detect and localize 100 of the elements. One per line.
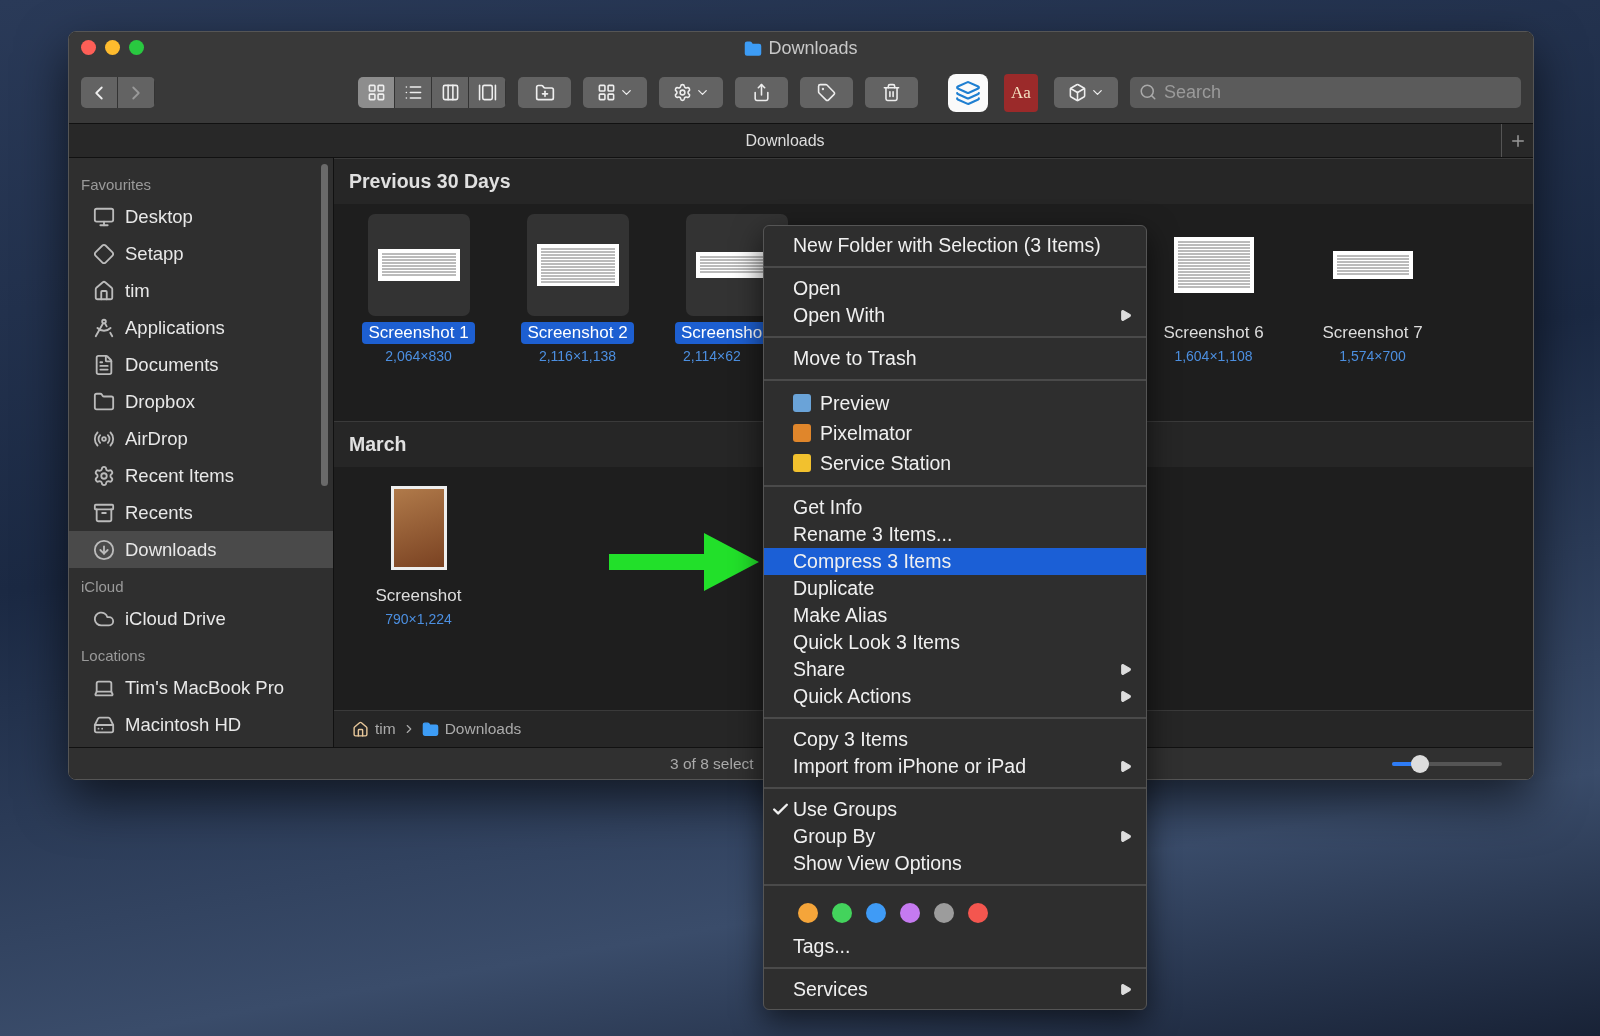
menu-item[interactable]: New Folder with Selection (3 Items) (764, 232, 1146, 259)
list-icon (403, 83, 423, 102)
sidebar-item[interactable]: Documents (69, 346, 333, 383)
status-text: 3 of 8 select (670, 754, 754, 773)
tag-dot[interactable] (900, 903, 920, 923)
menu-item[interactable]: Quick Actions (764, 683, 1146, 710)
home-icon (93, 279, 115, 302)
file-dimensions: 790×1,224 (385, 611, 452, 627)
sidebar-item[interactable]: tim (69, 272, 333, 309)
menu-item[interactable]: Compress 3 Items (764, 548, 1146, 575)
menu-item[interactable]: Group By (764, 823, 1146, 850)
forward-button[interactable] (118, 77, 155, 108)
menu-item[interactable]: Use Groups (764, 796, 1146, 823)
menu-item[interactable]: Duplicate (764, 575, 1146, 602)
file-name[interactable]: Screenshot 7 (1316, 322, 1429, 344)
share-button[interactable] (735, 77, 788, 108)
menu-item[interactable]: Show View Options (764, 850, 1146, 877)
group-heading: Previous 30 Days (334, 158, 1533, 204)
sidebar-item[interactable]: Recent Items (69, 457, 333, 494)
path-item[interactable]: Downloads (444, 720, 522, 738)
columns-icon (440, 83, 460, 102)
dictionary-button[interactable]: Aa (1004, 73, 1038, 112)
diamond-icon (93, 242, 115, 265)
file-name[interactable]: Screenshot 1 (362, 322, 475, 344)
menu-item[interactable]: Preview (764, 388, 1146, 418)
menu-item[interactable]: Import from iPhone or iPad (764, 753, 1146, 780)
new-folder-button[interactable] (518, 77, 571, 108)
back-button[interactable] (81, 77, 118, 108)
sidebar-item[interactable]: Downloads (69, 531, 333, 568)
file-name[interactable]: Screenshot (369, 585, 468, 607)
minimize-button[interactable] (105, 39, 120, 55)
menu-item[interactable]: Rename 3 Items... (764, 521, 1146, 548)
compass-icon (93, 316, 115, 339)
menu-item[interactable]: Pixelmator (764, 418, 1146, 448)
search-field[interactable]: Search (1130, 77, 1521, 108)
document-icon (93, 353, 115, 376)
box-icon (1067, 83, 1087, 102)
list-view-button[interactable] (395, 77, 432, 108)
delete-button[interactable] (865, 77, 918, 108)
monitor-icon (93, 205, 115, 228)
submenu-arrow-icon (1119, 309, 1132, 322)
gallery-icon (477, 83, 497, 102)
menu-item[interactable]: Open (764, 275, 1146, 302)
search-icon (1139, 83, 1157, 101)
tab-title[interactable]: Downloads (745, 131, 825, 150)
zoom-button[interactable] (129, 39, 144, 55)
gallery-view-button[interactable] (469, 77, 506, 108)
folder-icon (744, 39, 763, 58)
tag-dot[interactable] (866, 903, 886, 923)
archive-icon (93, 501, 115, 524)
app-icon (793, 424, 811, 442)
group-button[interactable] (583, 77, 647, 108)
sidebar-item[interactable]: iCloud Drive (69, 600, 333, 637)
folder-icon (93, 390, 115, 413)
menu-item[interactable]: Get Info (764, 494, 1146, 521)
file-dimensions: 2,064×830 (385, 348, 452, 364)
path-item[interactable]: tim (375, 720, 396, 738)
folder-icon (421, 720, 439, 738)
icon-view-button[interactable] (358, 77, 395, 108)
menu-item[interactable]: Move to Trash (764, 345, 1146, 372)
close-button[interactable] (81, 39, 96, 55)
app-icon (793, 394, 811, 412)
tag-icon (817, 83, 836, 102)
gear-icon (672, 83, 692, 102)
box-button[interactable] (1054, 77, 1118, 108)
sidebar-heading: Favourites (80, 175, 153, 195)
grid-icon (366, 83, 386, 102)
menu-item[interactable]: Services (764, 976, 1146, 1003)
action-button[interactable] (659, 77, 723, 108)
sidebar-item[interactable]: Recents (69, 494, 333, 531)
menu-item[interactable]: Copy 3 Items (764, 726, 1146, 753)
menu-item[interactable]: Tags... (764, 933, 1146, 960)
tag-dot[interactable] (968, 903, 988, 923)
tag-dot[interactable] (832, 903, 852, 923)
sidebar-item[interactable]: Setapp (69, 235, 333, 272)
sidebar-item[interactable]: Desktop (69, 198, 333, 235)
home-icon (352, 720, 369, 738)
file-name[interactable]: Screenshot 6 (1157, 322, 1270, 344)
column-view-button[interactable] (432, 77, 469, 108)
menu-item[interactable]: Quick Look 3 Items (764, 629, 1146, 656)
file-dimensions: 1,604×1,108 (1174, 348, 1253, 364)
sidebar-item[interactable]: Tim's MacBook Pro (69, 669, 333, 706)
trash-icon (882, 83, 901, 102)
sidebar-item[interactable]: Applications (69, 309, 333, 346)
tag-dot[interactable] (934, 903, 954, 923)
sidebar-heading: iCloud (80, 577, 125, 597)
submenu-arrow-icon (1119, 830, 1132, 843)
sidebar-item[interactable]: Macintosh HD (69, 706, 333, 743)
submenu-arrow-icon (1119, 760, 1132, 773)
download-icon (93, 538, 115, 561)
tag-dot[interactable] (798, 903, 818, 923)
file-name[interactable]: Screenshot 2 (521, 322, 634, 344)
menu-item[interactable]: Make Alias (764, 602, 1146, 629)
tag-button[interactable] (800, 77, 853, 108)
sidebar-item[interactable]: AirDrop (69, 420, 333, 457)
layers-app-button[interactable] (948, 73, 988, 112)
menu-item[interactable]: Share (764, 656, 1146, 683)
gear-icon (93, 464, 115, 487)
sidebar-heading: Locations (80, 646, 147, 666)
sidebar-item[interactable]: Dropbox (69, 383, 333, 420)
